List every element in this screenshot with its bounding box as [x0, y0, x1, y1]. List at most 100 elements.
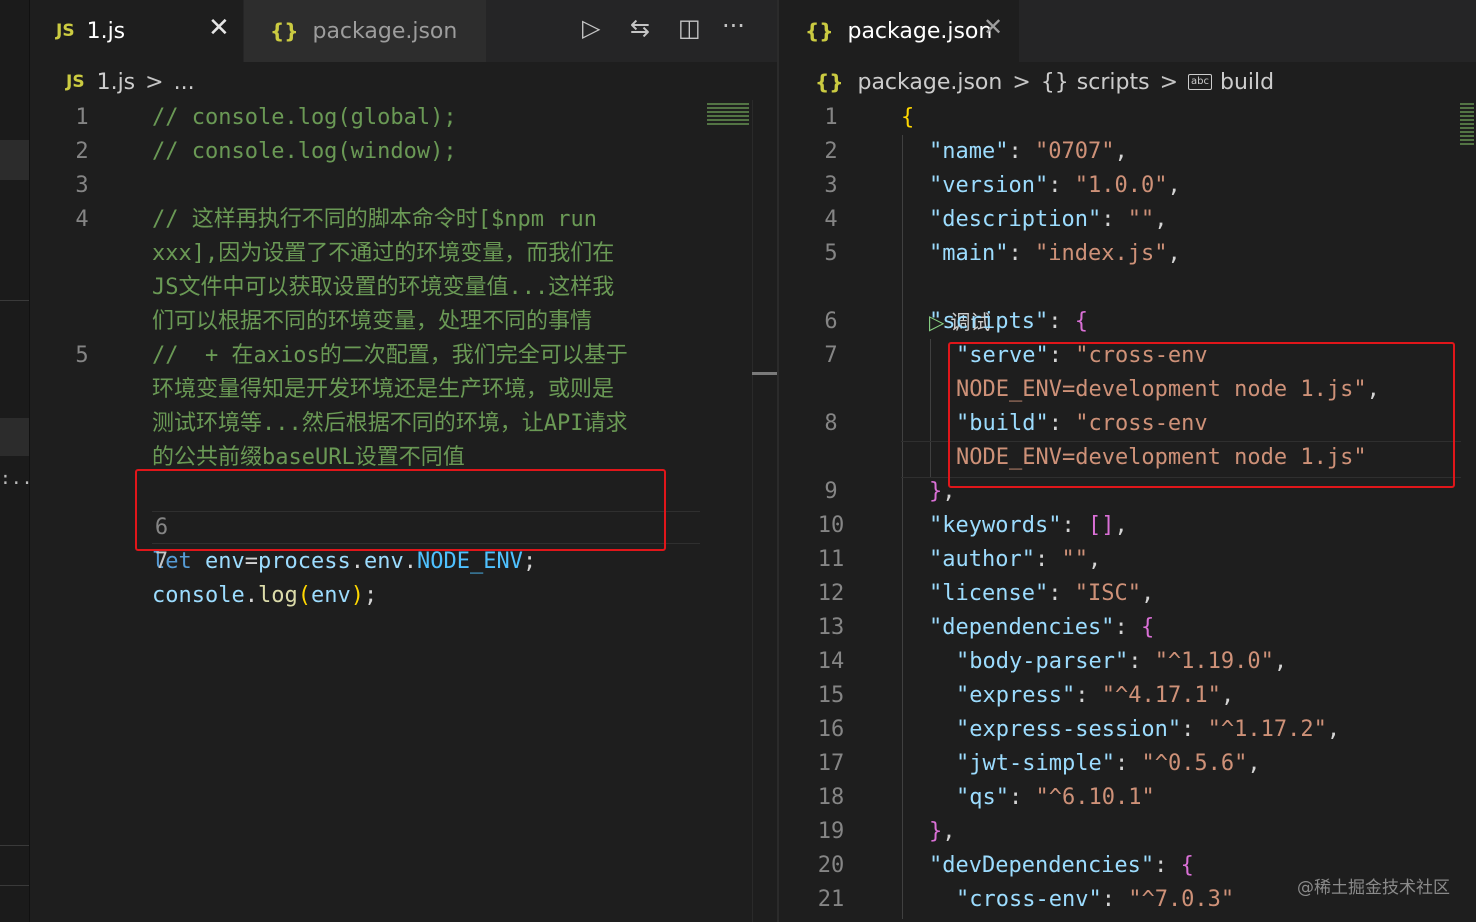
json-token: } — [929, 819, 943, 844]
punct-token: ; — [522, 549, 537, 574]
json-file-icon: {} — [815, 70, 844, 94]
json-token: , — [1114, 513, 1128, 538]
json-token: "jwt-simple" — [956, 751, 1115, 776]
code-comment: // 这样再执行不同的脚本命令时[$npm run — [152, 207, 597, 232]
tab-1js[interactable]: JS 1.js ✕ — [30, 0, 243, 62]
line-number: 20 — [817, 853, 845, 878]
split-editor-icon[interactable]: ◫ — [678, 14, 701, 42]
json-token: : — [1101, 887, 1129, 912]
json-text: "version": "1.0.0", — [929, 169, 1181, 203]
compare-changes-icon[interactable]: ⇆ — [630, 14, 650, 42]
minimap[interactable] — [707, 103, 749, 125]
json-token: , — [1167, 173, 1181, 198]
debug-codelens[interactable]: ▷ 调试 — [779, 271, 1476, 334]
json-token: "index.js" — [1034, 241, 1168, 266]
json-line: 19}, — [779, 815, 1476, 849]
json-token: : — [1114, 615, 1141, 640]
json-token: : — [1048, 581, 1075, 606]
json-text: "express-session": "^1.17.2", — [956, 713, 1340, 747]
json-token: "^4.17.1" — [1101, 683, 1221, 708]
activity-divider-3 — [0, 885, 29, 886]
operator-token: = — [244, 549, 258, 574]
line-number: 5 — [75, 343, 89, 368]
constant-token: NODE_ENV — [416, 549, 523, 574]
json-line: 15 "express": "^4.17.1", — [779, 679, 1476, 713]
run-icon[interactable]: ▷ — [582, 14, 600, 42]
activity-bar: :.. — [0, 0, 33, 922]
breadcrumb: {} package.json > {} scripts > abc build — [779, 62, 1476, 102]
scrollbar-track[interactable] — [752, 100, 753, 922]
json-token: "main" — [929, 241, 1009, 266]
js-file-icon: JS — [56, 21, 75, 41]
line-number: 4 — [824, 207, 838, 232]
json-text: "author": "", — [929, 543, 1101, 577]
json-token: "^1.17.2" — [1207, 717, 1327, 742]
json-token: { — [1074, 309, 1088, 334]
json-text: "body-parser": "^1.19.0", — [956, 645, 1287, 679]
function-token: log — [257, 583, 298, 608]
line-number: 9 — [824, 479, 838, 504]
breadcrumb-file[interactable]: 1.js — [97, 70, 136, 95]
json-token: "author" — [929, 547, 1035, 572]
json-token: : — [1008, 139, 1035, 164]
json-text: }, — [929, 815, 956, 849]
minimap[interactable] — [1460, 103, 1474, 147]
json-token: "version" — [929, 173, 1049, 198]
chevron-right-icon: > — [145, 69, 164, 95]
code-line: 4 // 这样再执行不同的脚本命令时[$npm run — [30, 203, 777, 237]
json-token: "body-parser" — [956, 649, 1129, 674]
breadcrumb-scripts[interactable]: scripts — [1077, 70, 1150, 95]
json-token: "0707" — [1034, 139, 1115, 164]
json-line: 2 "name": "0707", — [779, 135, 1476, 169]
line-number: 19 — [817, 819, 845, 844]
json-token: "keywords" — [929, 513, 1062, 538]
json-token: "description" — [929, 207, 1102, 232]
line-number: 16 — [817, 717, 845, 742]
tab-package-json[interactable]: {} package.json ✕ — [779, 0, 1019, 62]
json-token: [] — [1087, 513, 1115, 538]
line-number: 13 — [817, 615, 845, 640]
json-text: "express": "^4.17.1", — [956, 679, 1234, 713]
more-actions-icon[interactable]: ··· — [722, 12, 745, 40]
json-token: , — [1114, 139, 1128, 164]
breadcrumb-file[interactable]: package.json — [857, 70, 1002, 95]
json-token: , — [1167, 241, 1181, 266]
close-icon[interactable]: ✕ — [983, 13, 1003, 41]
code-comment: // console.log(window); — [152, 139, 457, 164]
json-token: , — [1140, 581, 1155, 606]
json-token: : — [1114, 751, 1142, 776]
json-token: : — [1034, 547, 1062, 572]
json-token: "ISC" — [1074, 581, 1141, 606]
json-token: : — [1008, 785, 1036, 810]
json-token: "1.0.0" — [1074, 173, 1168, 198]
code-line: 们可以根据不同的环境变量，处理不同的事情 — [30, 305, 777, 339]
json-token: "license" — [929, 581, 1049, 606]
json-line: 14 "body-parser": "^1.19.0", — [779, 645, 1476, 679]
close-icon[interactable]: ✕ — [208, 13, 230, 43]
json-token: "^0.5.6" — [1141, 751, 1248, 776]
line-number: 2 — [824, 139, 838, 164]
line-number: 21 — [817, 887, 845, 912]
activity-item-highlight[interactable] — [0, 140, 29, 180]
activity-divider-2 — [0, 845, 29, 846]
json-line: 18 "qs": "^6.10.1" — [779, 781, 1476, 815]
code-comment: 测试环境等...然后根据不同的环境，让API请求 — [152, 411, 628, 436]
scrollbar-thumb[interactable] — [752, 372, 777, 375]
ellipsis-icon[interactable]: :.. — [0, 468, 33, 489]
tab-package-json[interactable]: {} package.json — [244, 0, 486, 62]
json-token: "cross-env" — [956, 887, 1102, 912]
json-token: : — [1075, 683, 1102, 708]
line-number: 3 — [824, 173, 838, 198]
string-property-icon: abc — [1188, 74, 1212, 90]
line-number: 1 — [824, 105, 838, 130]
breadcrumb-build[interactable]: build — [1220, 70, 1274, 95]
activity-item-highlight-2[interactable] — [0, 418, 29, 456]
code-line: 2 // console.log(window); — [30, 135, 777, 169]
json-token: , — [1087, 547, 1102, 572]
json-token: "devDependencies" — [929, 853, 1155, 878]
variable-token: env — [310, 583, 351, 608]
watermark: @稀土掘金技术社区 — [1297, 878, 1450, 898]
json-token: , — [1326, 717, 1341, 742]
code-line: 环境变量得知是开发环境还是生产环境，或则是 — [30, 373, 777, 407]
breadcrumb-more[interactable]: ... — [174, 70, 195, 95]
